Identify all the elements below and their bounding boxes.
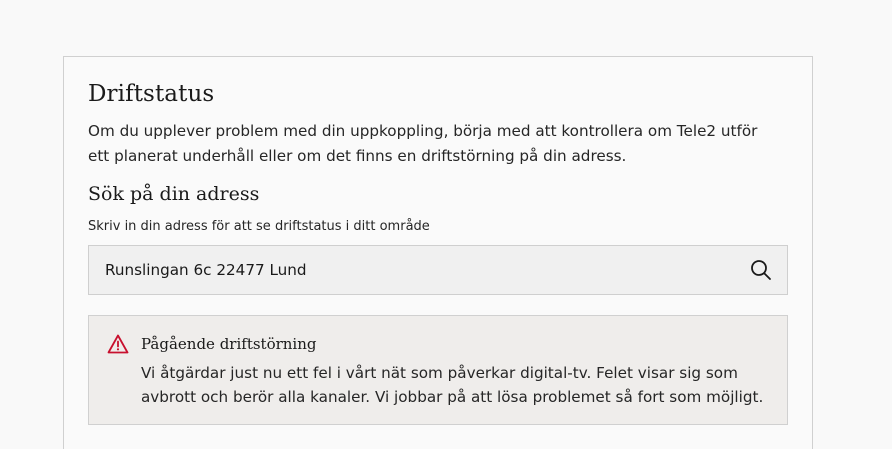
search-heading: Sök på din adress [88, 183, 260, 205]
outage-alert: Pågående driftstörning Vi åtgärdar just … [88, 315, 788, 425]
alert-title: Pågående driftstörning [141, 335, 317, 353]
search-button[interactable] [749, 258, 773, 282]
warning-icon [107, 334, 129, 354]
alert-body: Vi åtgärdar just nu ett fel i vårt nät s… [141, 364, 764, 406]
address-search-input[interactable] [89, 246, 729, 294]
driftstatus-card: Driftstatus Om du upplever problem med d… [63, 56, 813, 449]
address-search-box [88, 245, 788, 295]
search-hint: Skriv in din adress för att se driftstat… [88, 219, 430, 234]
page-title: Driftstatus [88, 81, 215, 107]
intro-text: Om du upplever problem med din uppkoppli… [88, 122, 758, 165]
search-icon [751, 260, 771, 280]
